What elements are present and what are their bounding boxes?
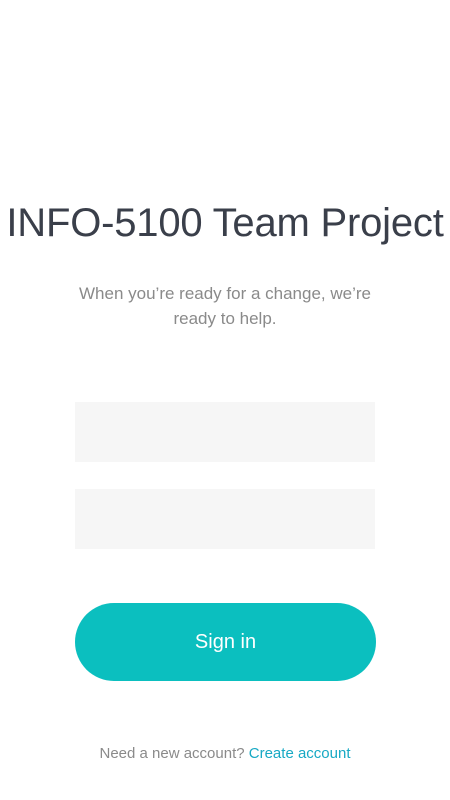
new-account-prompt: Need a new account? <box>99 745 245 762</box>
page-subtitle: When you’re ready for a change, we’re re… <box>79 284 371 328</box>
page-title: INFO-5100 Team Project <box>6 201 444 245</box>
password-field[interactable] <box>75 489 375 549</box>
login-screen: INFO-5100 Team Project When you’re ready… <box>0 0 450 800</box>
sign-in-button[interactable]: Sign in <box>75 603 376 681</box>
create-account-link[interactable]: Create account <box>249 745 351 762</box>
account-footer: Need a new account? Create account <box>0 744 450 764</box>
email-field[interactable] <box>75 402 375 462</box>
